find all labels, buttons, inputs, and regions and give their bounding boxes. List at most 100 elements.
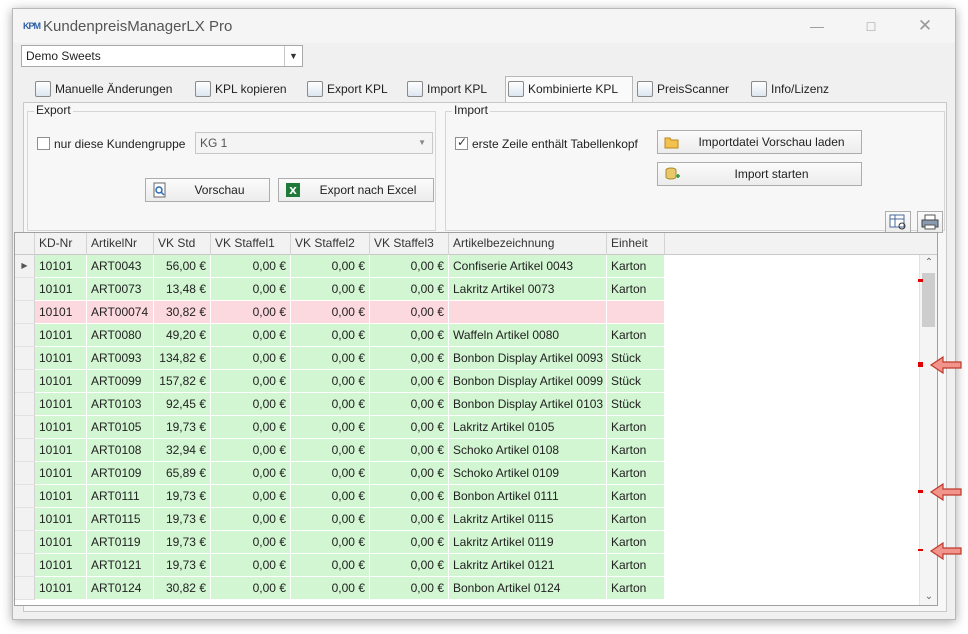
table-cell[interactable]: Karton — [607, 531, 665, 554]
close-icon[interactable]: ✕ — [905, 15, 945, 37]
table-cell[interactable]: 0,00 € — [370, 554, 449, 577]
table-cell[interactable]: 0,00 € — [370, 347, 449, 370]
row-selector[interactable] — [15, 324, 35, 347]
table-cell[interactable]: 0,00 € — [211, 324, 291, 347]
tab-import-kpl[interactable]: Import KPL — [405, 77, 500, 102]
table-cell[interactable]: 157,82 € — [154, 370, 211, 393]
table-cell[interactable]: ART0115 — [87, 508, 154, 531]
table-cell[interactable]: Lakritz Artikel 0105 — [449, 416, 607, 439]
table-cell[interactable]: 0,00 € — [211, 301, 291, 324]
row-selector[interactable] — [15, 531, 35, 554]
row-indicator-icon[interactable]: ▶ — [15, 255, 35, 278]
table-cell[interactable]: 19,73 € — [154, 531, 211, 554]
table-cell[interactable]: 49,20 € — [154, 324, 211, 347]
table-cell[interactable]: ART0043 — [87, 255, 154, 278]
row-selector[interactable] — [15, 462, 35, 485]
table-cell[interactable]: 0,00 € — [211, 439, 291, 462]
tab-preisscanner[interactable]: PreisScanner — [635, 77, 735, 102]
table-cell[interactable]: Lakritz Artikel 0119 — [449, 531, 607, 554]
table-cell[interactable]: 0,00 € — [291, 278, 370, 301]
table-cell[interactable]: 30,82 € — [154, 577, 211, 600]
table-cell[interactable]: Bonbon Artikel 0124 — [449, 577, 607, 600]
table-cell[interactable]: ART0121 — [87, 554, 154, 577]
column-header[interactable]: VK Std — [154, 233, 211, 255]
table-cell[interactable]: 0,00 € — [370, 255, 449, 278]
column-header[interactable]: VK Staffel3 — [370, 233, 449, 255]
table-cell[interactable]: 10101 — [35, 255, 87, 278]
table-cell[interactable]: Karton — [607, 255, 665, 278]
row-selector[interactable] — [15, 370, 35, 393]
row-selector[interactable] — [15, 393, 35, 416]
table-row[interactable]: 10101 ART0099 157,82 €0,00 €0,00 €0,00 € Bo… — [15, 370, 665, 393]
tab-manuelle-änderungen[interactable]: Manuelle Änderungen — [33, 77, 183, 102]
table-row[interactable]: 10101 ART0109 65,89 €0,00 €0,00 €0,00 € Sch… — [15, 462, 665, 485]
preview-button[interactable]: Vorschau — [145, 178, 270, 202]
table-cell[interactable]: Lakritz Artikel 0073 — [449, 278, 607, 301]
table-cell[interactable]: 10101 — [35, 370, 87, 393]
table-cell[interactable]: Stück — [607, 393, 665, 416]
table-cell[interactable]: Karton — [607, 416, 665, 439]
table-cell[interactable]: ART0124 — [87, 577, 154, 600]
table-cell[interactable]: 0,00 € — [211, 370, 291, 393]
table-cell[interactable]: 10101 — [35, 278, 87, 301]
table-cell[interactable]: ART0080 — [87, 324, 154, 347]
table-cell[interactable]: 0,00 € — [370, 508, 449, 531]
chevron-down-icon[interactable]: ▼ — [284, 46, 302, 66]
table-cell[interactable]: Bonbon Display Artikel 0093 — [449, 347, 607, 370]
table-cell[interactable]: 13,48 € — [154, 278, 211, 301]
table-row[interactable]: 10101 ART0108 32,94 €0,00 €0,00 €0,00 € Sch… — [15, 439, 665, 462]
table-cell[interactable]: 0,00 € — [370, 439, 449, 462]
table-cell[interactable]: 0,00 € — [291, 439, 370, 462]
table-cell[interactable]: 0,00 € — [370, 370, 449, 393]
table-cell[interactable]: Bonbon Display Artikel 0099 — [449, 370, 607, 393]
scroll-down-icon[interactable]: ⌄ — [920, 589, 937, 605]
table-cell[interactable]: 0,00 € — [211, 393, 291, 416]
table-cell[interactable]: ART0108 — [87, 439, 154, 462]
table-cell[interactable]: Karton — [607, 577, 665, 600]
table-row-error[interactable]: 10101 ART00074 30,82 €0,00 €0,00 €0,00 € — [15, 301, 665, 324]
table-row[interactable]: 10101 ART0111 19,73 €0,00 €0,00 €0,00 € Bon… — [15, 485, 665, 508]
table-cell[interactable]: Lakritz Artikel 0115 — [449, 508, 607, 531]
table-cell[interactable]: 0,00 € — [291, 508, 370, 531]
table-cell[interactable]: Karton — [607, 508, 665, 531]
table-cell[interactable]: 0,00 € — [211, 577, 291, 600]
table-row[interactable]: 10101 ART0119 19,73 €0,00 €0,00 €0,00 € Lak… — [15, 531, 665, 554]
table-cell[interactable]: ART0119 — [87, 531, 154, 554]
table-cell[interactable]: 0,00 € — [291, 531, 370, 554]
table-cell[interactable]: 134,82 € — [154, 347, 211, 370]
row-selector[interactable] — [15, 347, 35, 370]
table-cell[interactable]: 10101 — [35, 577, 87, 600]
row-selector[interactable] — [15, 416, 35, 439]
minimize-icon[interactable]: — — [797, 15, 837, 37]
table-cell[interactable]: 30,82 € — [154, 301, 211, 324]
maximize-icon[interactable]: □ — [851, 15, 891, 37]
table-cell[interactable] — [449, 301, 607, 324]
table-cell[interactable]: ART0105 — [87, 416, 154, 439]
table-cell[interactable]: 0,00 € — [291, 416, 370, 439]
row-selector[interactable] — [15, 508, 35, 531]
customer-select[interactable]: Demo Sweets ▼ — [21, 45, 303, 67]
row-selector[interactable] — [15, 485, 35, 508]
table-cell[interactable]: Karton — [607, 554, 665, 577]
only-group-checkbox[interactable] — [37, 137, 50, 150]
table-cell[interactable]: 65,89 € — [154, 462, 211, 485]
table-cell[interactable]: 56,00 € — [154, 255, 211, 278]
table-cell[interactable]: 0,00 € — [211, 485, 291, 508]
column-header[interactable]: Artikelbezeichnung — [449, 233, 607, 255]
table-cell[interactable]: Karton — [607, 324, 665, 347]
customer-group-select[interactable]: KG 1 ▼ — [195, 132, 433, 154]
row-selector[interactable] — [15, 554, 35, 577]
table-cell[interactable]: Bonbon Display Artikel 0103 — [449, 393, 607, 416]
column-header[interactable]: VK Staffel2 — [291, 233, 370, 255]
table-cell[interactable]: ART00074 — [87, 301, 154, 324]
tab-kpl-kopieren[interactable]: KPL kopieren — [193, 77, 293, 102]
column-header[interactable]: Einheit — [607, 233, 665, 255]
table-cell[interactable]: 0,00 € — [370, 531, 449, 554]
table-cell[interactable]: 0,00 € — [291, 324, 370, 347]
table-cell[interactable]: 0,00 € — [211, 255, 291, 278]
table-cell[interactable]: 0,00 € — [211, 416, 291, 439]
table-cell[interactable] — [607, 301, 665, 324]
table-cell[interactable]: 19,73 € — [154, 485, 211, 508]
table-cell[interactable]: ART0073 — [87, 278, 154, 301]
table-cell[interactable]: Schoko Artikel 0108 — [449, 439, 607, 462]
